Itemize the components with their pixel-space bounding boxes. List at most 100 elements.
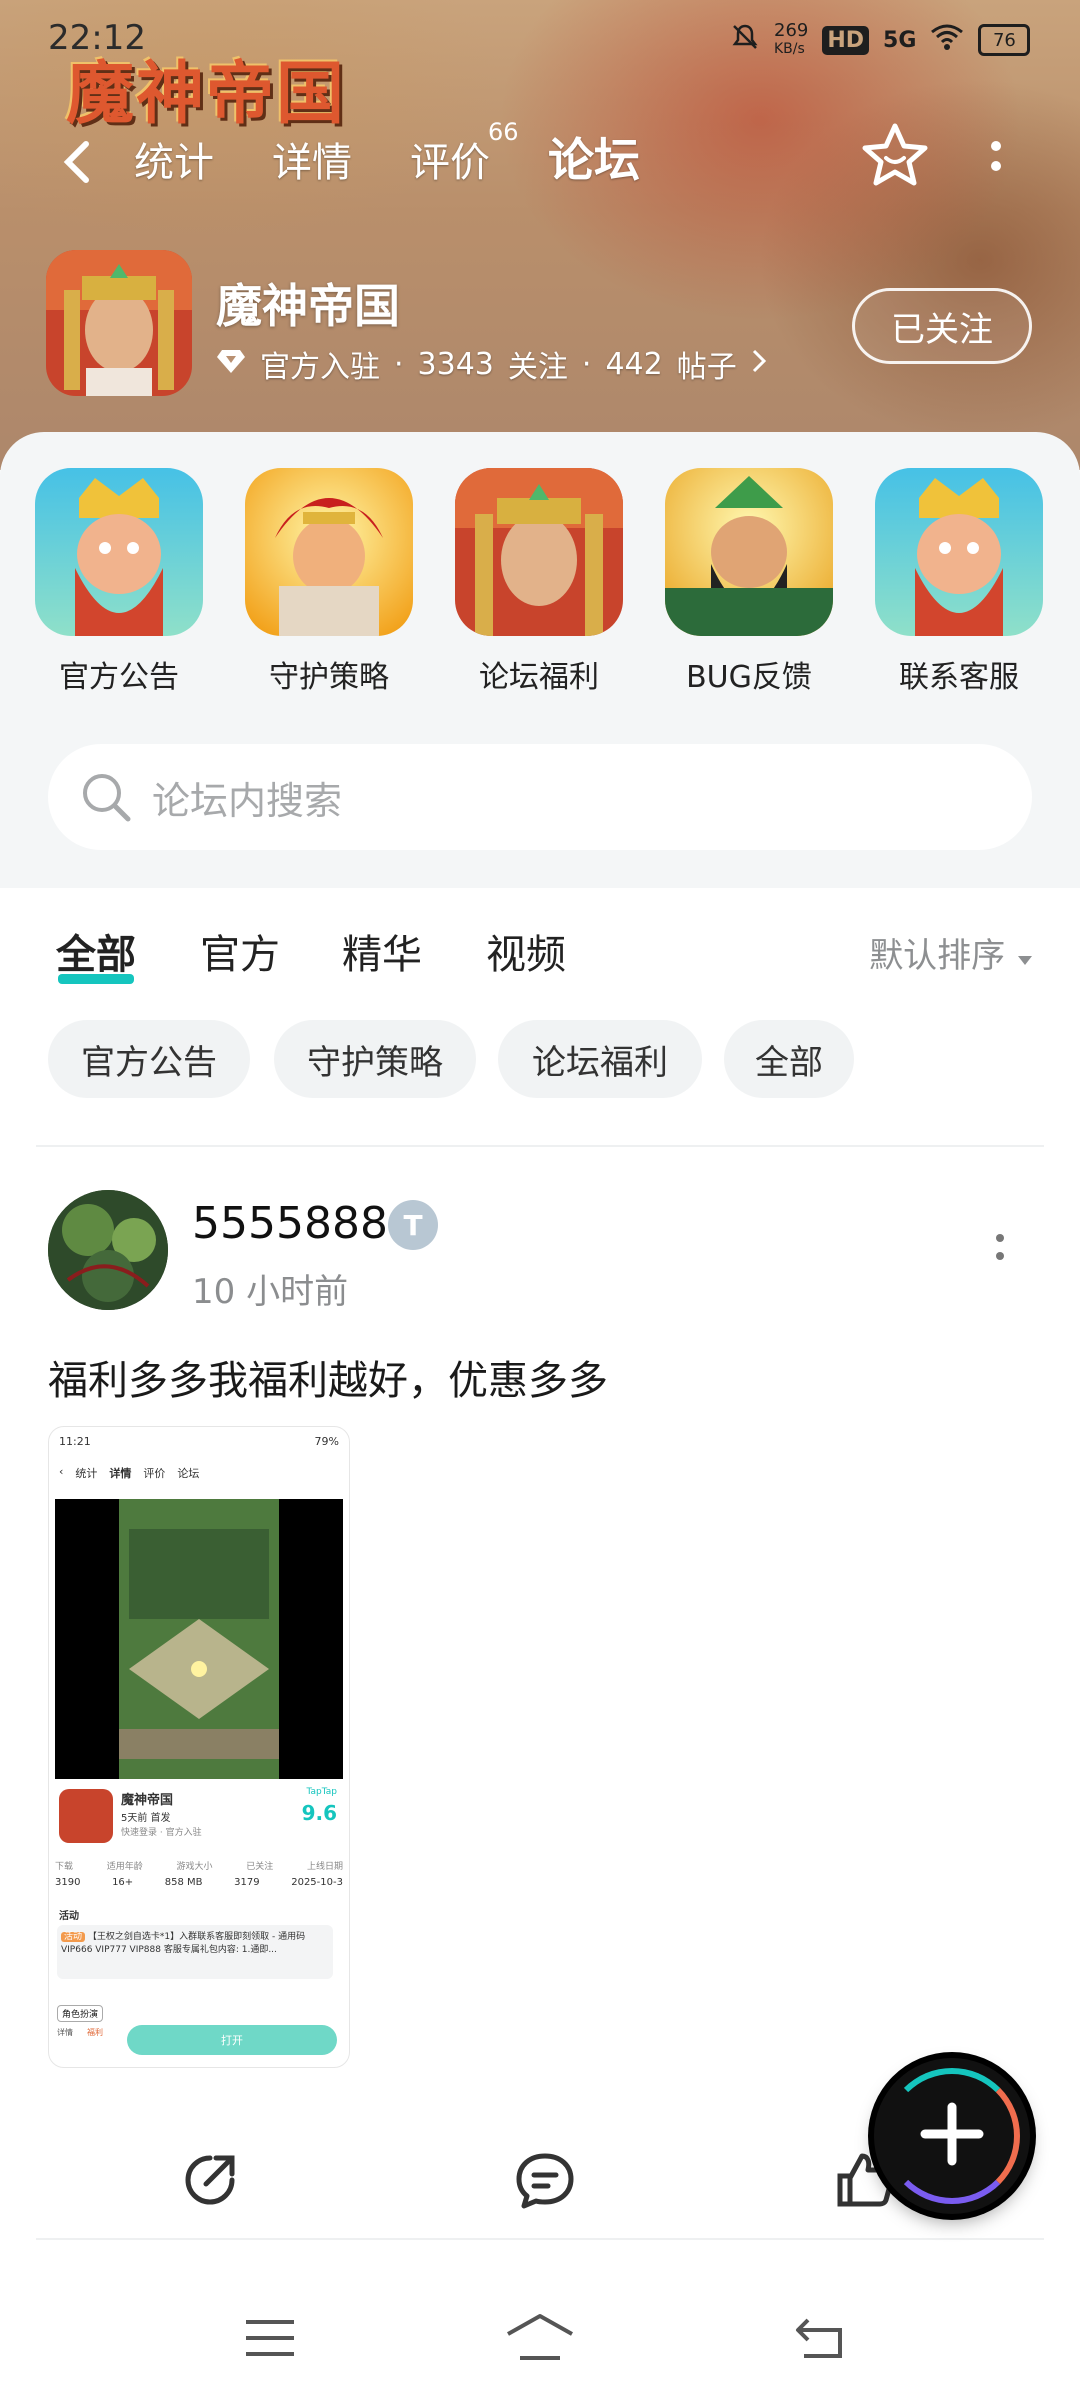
tab-details[interactable]: 详情 [272,130,352,188]
app-icon [46,250,192,396]
status-icons: 269 KB/s HD 5G 76 [730,20,1031,58]
post-text[interactable]: 福利多多我福利越好，优惠多多 [48,1348,608,1406]
strategy-icon [245,468,413,636]
post-image[interactable]: 11:21 79% ‹ 统计 详情 评价 论坛 魔神帝国 5天前 首发 快速登录… [48,1426,350,2068]
thumb-score: 9.6 [301,1801,337,1825]
thumb-stat-label: 上线日期 [306,1862,343,1872]
avatar[interactable] [48,1190,168,1310]
sort-dropdown[interactable]: 默认排序 [869,928,1034,977]
shortcut-strategy[interactable]: 守护策略 [224,468,434,696]
share-icon[interactable] [180,2150,240,2214]
post-time: 10 小时前 [192,1272,349,1312]
mute-icon [730,22,760,58]
tab-reviews[interactable]: 评价 [410,130,490,188]
comment-icon[interactable] [514,2150,576,2214]
shortcut-label: 守护策略 [269,660,389,695]
shortcut-label: 官方公告 [59,660,179,695]
search-icon [78,769,134,825]
thumb-stat-value: 858 MB [164,1877,203,1888]
thumb-bottom-tabs: 详情 福利 [57,2027,103,2038]
shortcut-bug-report[interactable]: BUG反馈 [644,468,854,696]
signal-icon: 5G [883,27,917,53]
thumb-activity-title: 活动 [59,1911,79,1922]
forum-search-box[interactable]: 论坛内搜索 [48,744,1032,850]
followers-label: 关注 [507,350,568,385]
thumb-video [55,1499,343,1779]
thumb-stat-label: 适用年龄 [106,1862,143,1872]
thumb-tab: 评价 [143,1467,166,1480]
separator-dot: · [581,346,592,382]
net-speed: 269 [774,20,809,41]
followers-count: 3343 [417,346,494,382]
thumb-stat-value: 3190 [55,1877,81,1888]
thumb-stats-labels: 下载 适用年龄 游戏大小 已关注 上线日期 [55,1859,343,1872]
wifi-icon [930,23,964,57]
thumb-stat-label: 已关注 [246,1862,274,1872]
separator-dot: · [394,346,404,382]
shortcut-announcement[interactable]: 官方公告 [14,468,224,696]
chip-strategy[interactable]: 守护策略 [274,1020,476,1098]
divider [36,1145,1044,1147]
tab-video[interactable]: 视频 [486,922,566,980]
plus-icon [917,2099,987,2173]
caret-down-icon [1016,936,1034,976]
chip-welfare[interactable]: 论坛福利 [498,1020,702,1098]
post-username[interactable]: 5555888 [192,1198,388,1249]
back-icon[interactable] [58,132,98,196]
thumb-game-name: 魔神帝国 [121,1793,174,1808]
shortcut-label: BUG反馈 [686,660,812,695]
thumb-tab: 统计 [75,1467,98,1480]
reviews-count-badge: 66 [488,118,519,146]
thumb-tab: 详情 [109,1467,132,1480]
chevron-right-icon[interactable] [751,347,767,382]
announcement-icon [35,468,203,636]
thumb-tab-label: 福利 [87,2028,103,2037]
top-navigation: 统计 详情 评价 论坛 [0,120,1080,200]
post-more-icon[interactable] [990,1228,1010,1268]
thumb-tab: 论坛 [177,1467,200,1480]
thumb-stat-label: 下载 [55,1862,74,1872]
shortcut-customer-service[interactable]: 联系客服 [854,468,1064,696]
thumb-brand: TapTap [306,1787,337,1797]
thumb-tab-label: 详情 [57,2028,73,2037]
follow-button[interactable]: 已关注 [852,288,1032,364]
hd-icon: HD [822,25,870,55]
system-nav-bar [0,2296,1080,2408]
customer-service-icon [875,468,1043,636]
more-vertical-icon[interactable] [986,134,1006,188]
back-nav-icon[interactable] [794,2314,850,2366]
diamond-icon [216,347,246,382]
chip-all[interactable]: 全部 [724,1020,854,1098]
thumb-sub: 快速登录 · 官方入驻 [121,1828,202,1838]
thumb-stats-values: 3190 16+ 858 MB 3179 2025-10-3 [55,1877,343,1888]
thumb-stat-value: 16+ [112,1877,134,1888]
thumb-activity-tag: 活动 [61,1932,86,1942]
tab-all[interactable]: 全部 [56,922,136,984]
posts-count[interactable]: 442 [605,347,662,382]
thumb-activity-text: 【王权之剑自选卡*1】入群联系客服即刻领取 - 通用码 VIP666 VIP77… [61,1932,306,1955]
tab-stats[interactable]: 统计 [134,130,214,188]
thumb-stat-label: 游戏大小 [176,1862,213,1872]
tab-featured[interactable]: 精华 [342,922,422,980]
thumb-time: 11:21 [59,1435,91,1448]
new-post-button[interactable] [874,2058,1030,2214]
shortcut-label: 论坛福利 [479,660,599,695]
home-icon[interactable] [504,2312,576,2368]
divider [36,2238,1044,2240]
app-title: 魔神帝国 [216,279,400,333]
bug-report-icon [665,468,833,636]
welfare-icon [455,468,623,636]
thumb-battery: 79% [314,1435,339,1448]
chip-announcement[interactable]: 官方公告 [48,1020,250,1098]
status-time: 22:12 [48,18,146,58]
tab-official[interactable]: 官方 [200,922,280,980]
favorite-star-icon[interactable] [860,120,930,194]
menu-icon[interactable] [244,2316,296,2364]
thumb-stat-value: 2025-10-3 [291,1877,343,1888]
thumb-role-tag: 角色扮演 [57,2005,104,2022]
thumb-app-icon [59,1789,113,1843]
battery-icon: 76 [978,24,1031,56]
posts-label[interactable]: 帖子 [677,342,737,386]
shortcut-welfare[interactable]: 论坛福利 [434,468,644,696]
tab-forum[interactable]: 论坛 [548,124,640,192]
